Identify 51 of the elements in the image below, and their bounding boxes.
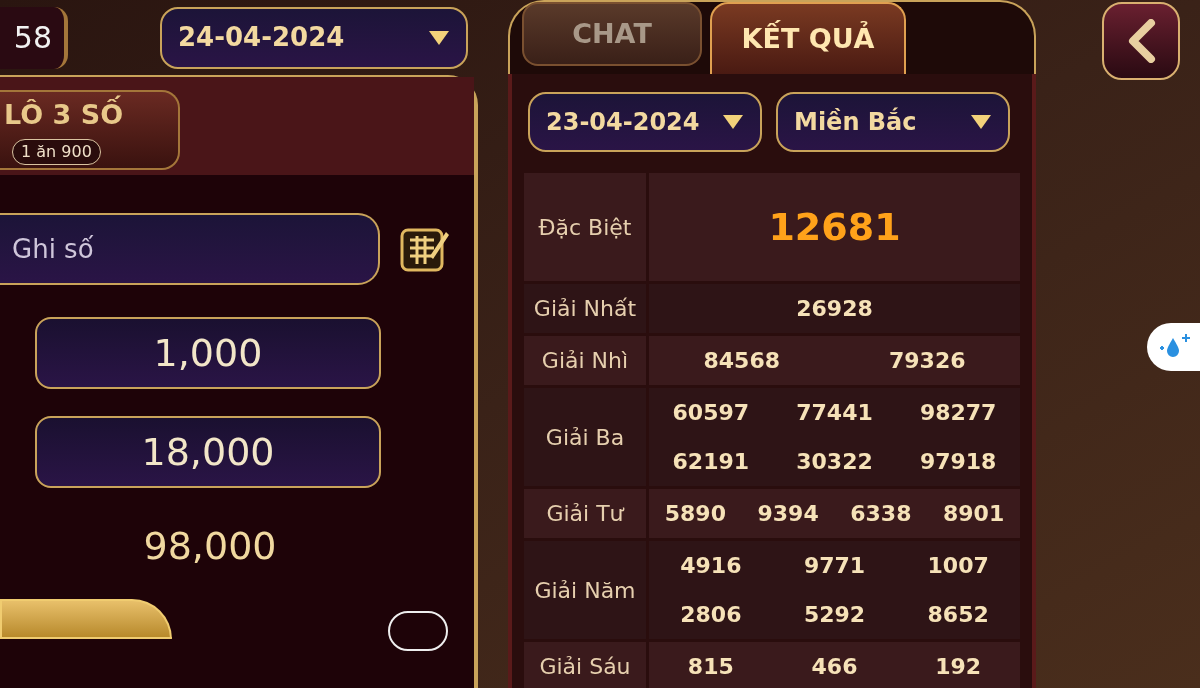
number-input-field[interactable]: Ghi số [0,213,380,285]
amount-field[interactable]: 18,000 [35,416,381,488]
amount-field[interactable]: 1,000 [35,317,381,389]
bet-type-label: LÔ 3 SỐ [4,94,124,136]
prize-number: 84568 [702,347,781,375]
prize-number: 26928 [795,295,874,323]
prize-number: 6338 [849,500,913,528]
prize-label-cell: Giải Ba [524,388,646,486]
back-button[interactable] [1102,2,1180,80]
prize-label-cell: Giải Nhì [524,336,646,385]
prize-number: 8652 [926,601,990,629]
prize-number: 62191 [671,448,751,476]
prize-number: 30322 [795,448,874,476]
prize-number: 8901 [942,500,1006,528]
tab[interactable]: CHAT [522,2,702,66]
prize-number: 1007 [926,552,990,580]
prize-number: 2806 [679,601,743,629]
prize-number: 5292 [802,601,867,629]
prize-number: 60597 [671,399,751,427]
dropdown-caret-icon [428,29,450,46]
odds-badge: 1 ăn 900 [12,139,101,166]
dropdown-caret-icon [722,114,744,130]
date-dropdown[interactable]: 23-04-2024 [528,92,762,152]
prize-number: 4916 [679,552,743,580]
prize-label-cell: Đặc Biệt [524,173,646,281]
date-dropdown[interactable]: 24-04-2024 [160,6,468,69]
prize-number: 466 [810,653,859,681]
prize-number: 79326 [887,347,967,375]
prize-number: 815 [686,653,735,681]
prize-number: 77441 [795,399,874,427]
prize-number: 9771 [802,552,867,580]
prize-label-cell: Giải Tư [524,489,646,538]
prize-number: 9394 [756,500,820,528]
prize-number: 97918 [918,448,998,476]
prize-number: 98277 [918,399,998,427]
counter-badge: 58 [0,6,68,69]
circle-button[interactable] [388,611,448,651]
prize-number: 5890 [663,500,727,528]
prize-label-cell: Giải Nhất [524,284,646,333]
dropdown-caret-icon [970,114,992,130]
prize-number: 192 [934,653,983,681]
prize-label-cell: Giải Năm [524,541,646,639]
prize-label-cell: Giải Sáu [524,642,646,688]
total-amount: 98,000 [143,523,277,570]
prize-number: 12681 [767,203,902,251]
tab[interactable]: KẾT QUẢ [710,2,906,74]
floating-water-button[interactable] [1147,323,1200,371]
region-dropdown[interactable]: Miền Bắc [776,92,1010,152]
grid-pencil-icon[interactable] [400,226,450,272]
confirm-button[interactable] [0,599,172,639]
bet-type-tab[interactable]: LÔ 3 SỐ 1 ăn 900 [0,90,180,170]
